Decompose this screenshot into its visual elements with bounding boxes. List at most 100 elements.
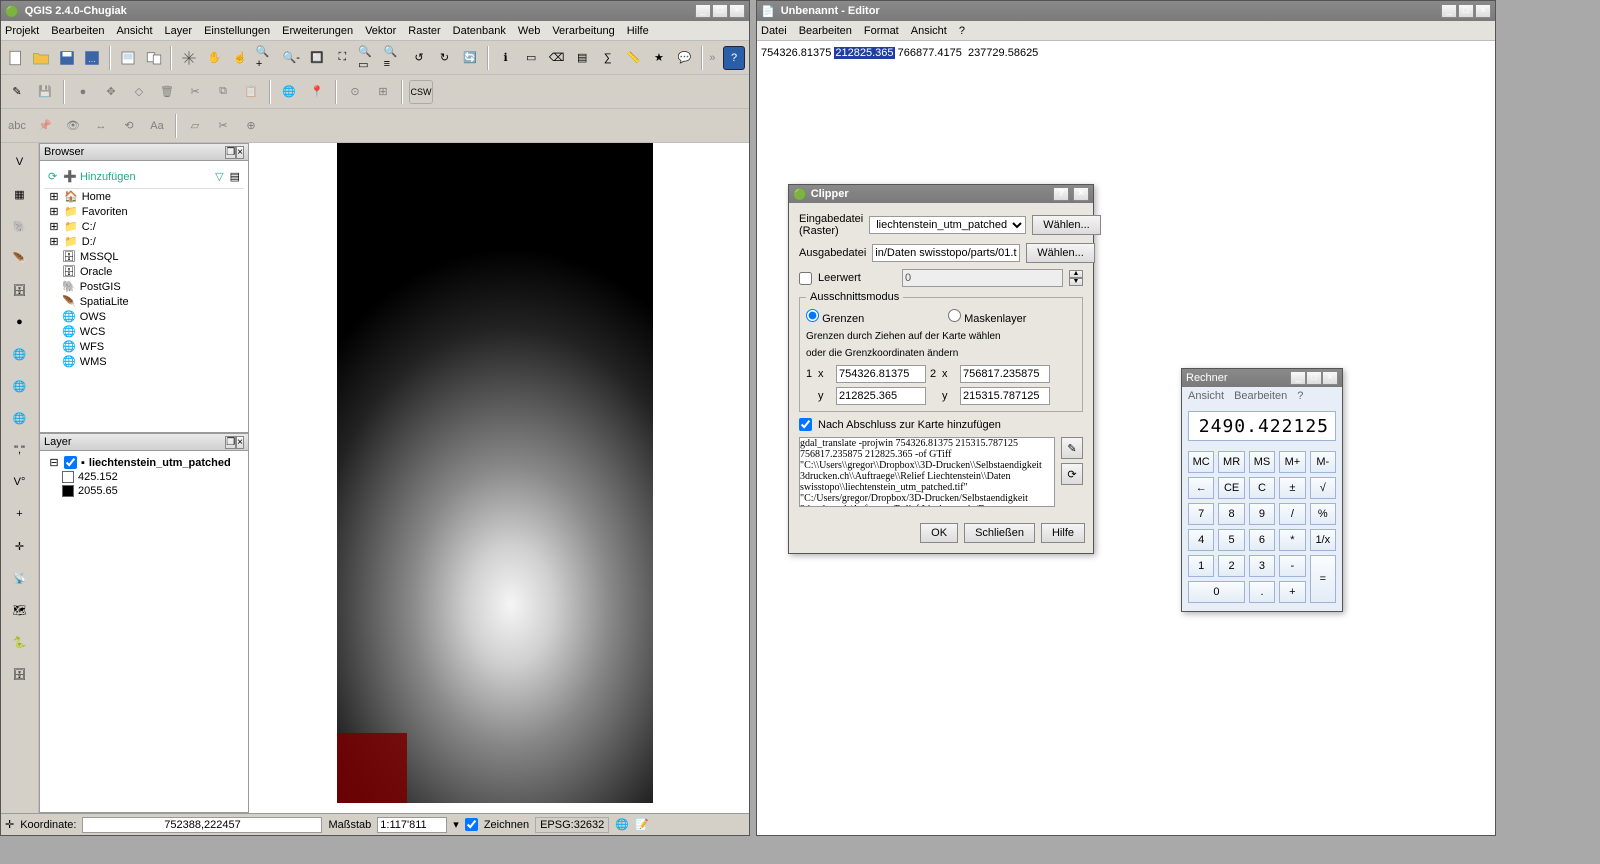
tree-wcs[interactable]: WCS — [80, 326, 106, 338]
scale-dropdown-icon[interactable]: ▾ — [453, 818, 459, 831]
menu-layer[interactable]: Layer — [165, 25, 193, 37]
delete-feature-icon[interactable]: 🗑 — [155, 80, 179, 104]
expander-icon[interactable]: ⊞ — [48, 190, 60, 203]
add-postgis-icon[interactable]: 🐘 — [7, 213, 33, 239]
topology-icon[interactable]: ⊞ — [371, 80, 395, 104]
layers-header[interactable]: Layer ❐× — [39, 433, 249, 451]
calc-ce[interactable]: CE — [1218, 477, 1244, 499]
menu-vektor[interactable]: Vektor — [365, 25, 396, 37]
gps-icon[interactable]: 📍 — [305, 80, 329, 104]
calc-mminus[interactable]: M- — [1310, 451, 1336, 473]
expander-icon[interactable]: ⊟ — [48, 456, 60, 469]
select-icon[interactable]: ▭ — [520, 46, 542, 70]
refresh-icon[interactable]: 🔄 — [459, 46, 481, 70]
label-move-icon[interactable]: ↔ — [89, 114, 113, 138]
add-wfs-icon[interactable]: 🌐 — [7, 405, 33, 431]
command-textarea[interactable]: gdal_translate -projwin 754326.81375 215… — [799, 437, 1055, 507]
editor-max-button[interactable]: □ — [1458, 4, 1474, 18]
calc-sub[interactable]: - — [1279, 555, 1305, 577]
add-mssql-icon[interactable]: 🗄 — [7, 277, 33, 303]
calc-menu-help[interactable]: ? — [1297, 390, 1303, 402]
node-tool-icon[interactable]: ◇ — [127, 80, 151, 104]
qgis-titlebar[interactable]: 🟢 QGIS 2.4.0-Chugiak _ □ × — [1, 1, 749, 21]
calc-max-button[interactable]: □ — [1306, 371, 1322, 385]
calc-pct[interactable]: % — [1310, 503, 1336, 525]
add-wms-icon[interactable]: 🌐 — [7, 341, 33, 367]
label-tool-icon[interactable]: abc — [5, 114, 29, 138]
tree-favoriten[interactable]: Favoriten — [82, 206, 128, 218]
add-spatialite-icon[interactable]: 🪶 — [7, 245, 33, 271]
log-icon[interactable]: 📝 — [635, 818, 649, 831]
calc-9[interactable]: 9 — [1249, 503, 1275, 525]
calc-menu-ansicht[interactable]: Ansicht — [1188, 390, 1224, 402]
zoom-last-icon[interactable]: ↺ — [408, 46, 430, 70]
reset-command-button[interactable]: ⟳ — [1061, 463, 1083, 485]
paste-feature-icon[interactable]: 📋 — [239, 80, 263, 104]
editor-menu-help[interactable]: ? — [959, 25, 965, 37]
mode-mask-radio[interactable] — [948, 309, 961, 322]
calc-5[interactable]: 5 — [1218, 529, 1244, 551]
tree-spatialite[interactable]: SpatiaLite — [80, 296, 129, 308]
tree-ows[interactable]: OWS — [80, 311, 106, 323]
min-button[interactable]: _ — [695, 4, 711, 18]
nodata-checkbox[interactable] — [799, 272, 812, 285]
menu-hilfe[interactable]: Hilfe — [627, 25, 649, 37]
bookmark-icon[interactable]: ★ — [648, 46, 670, 70]
composer-icon[interactable] — [117, 46, 139, 70]
python-icon[interactable]: 🐍 — [7, 629, 33, 655]
zoom-native-icon[interactable]: 🔲 — [306, 46, 328, 70]
zoom-layer-icon[interactable]: 🔍≡ — [383, 46, 405, 70]
menu-projekt[interactable]: Projekt — [5, 25, 39, 37]
field-calc-icon[interactable]: ∑ — [597, 46, 619, 70]
toolbar-overflow-icon[interactable]: » — [709, 52, 715, 64]
calc-titlebar[interactable]: Rechner _ □ × — [1182, 369, 1342, 387]
pan-to-selection-icon[interactable]: ☝ — [229, 46, 251, 70]
adv-digitize-icon[interactable]: ▱ — [183, 114, 207, 138]
clipper-titlebar[interactable]: 🟢 Clipper ? × — [789, 185, 1093, 203]
cut-feature-icon[interactable]: ✂ — [183, 80, 207, 104]
editor-close-button[interactable]: × — [1475, 4, 1491, 18]
add-wcs-icon[interactable]: 🌐 — [7, 373, 33, 399]
label-rotate-icon[interactable]: ⟲ — [117, 114, 141, 138]
calc-mc[interactable]: MC — [1188, 451, 1214, 473]
menu-ansicht[interactable]: Ansicht — [116, 25, 152, 37]
calc-6[interactable]: 6 — [1249, 529, 1275, 551]
calc-min-button[interactable]: _ — [1290, 371, 1306, 385]
browser-refresh-icon[interactable]: ⟳ — [48, 170, 57, 183]
tree-wfs[interactable]: WFS — [80, 341, 104, 353]
hand-pan-icon[interactable]: ✋ — [204, 46, 226, 70]
calc-add[interactable]: + — [1279, 581, 1305, 603]
edit-command-button[interactable]: ✎ — [1061, 437, 1083, 459]
browser-header[interactable]: Browser ❐× — [39, 143, 249, 161]
editor-titlebar[interactable]: 📄 Unbenannt - Editor _ □ × — [757, 1, 1495, 21]
crs-status-icon[interactable]: 🌐 — [615, 818, 629, 831]
calc-0[interactable]: 0 — [1188, 581, 1245, 603]
layers-close-icon[interactable]: × — [236, 436, 244, 449]
add-feature-icon[interactable]: ● — [71, 80, 95, 104]
add-raster-icon[interactable]: ▦ — [7, 181, 33, 207]
zoom-full-icon[interactable]: ⛶ — [332, 46, 354, 70]
editor-menu-datei[interactable]: Datei — [761, 25, 787, 37]
output-choose-button[interactable]: Wählen... — [1026, 243, 1094, 263]
tree-oracle[interactable]: Oracle — [80, 266, 112, 278]
editor-menu-bearbeiten[interactable]: Bearbeiten — [799, 25, 852, 37]
browser-close-icon[interactable]: × — [236, 146, 244, 159]
spin-up-icon[interactable]: ▲ — [1069, 270, 1083, 278]
calc-inv[interactable]: 1/x — [1310, 529, 1336, 551]
add-oracle-icon[interactable]: ● — [7, 309, 33, 335]
editor-menu-format[interactable]: Format — [864, 25, 899, 37]
add-to-map-checkbox[interactable] — [799, 418, 812, 431]
calc-2[interactable]: 2 — [1218, 555, 1244, 577]
zoom-in-icon[interactable]: 🔍+ — [255, 46, 277, 70]
identify-icon[interactable]: ℹ — [495, 46, 517, 70]
calc-3[interactable]: 3 — [1249, 555, 1275, 577]
editor-min-button[interactable]: _ — [1441, 4, 1457, 18]
input-raster-select[interactable]: liechtenstein_utm_patched — [869, 216, 1026, 234]
open-project-icon[interactable] — [31, 46, 53, 70]
menu-einstellungen[interactable]: Einstellungen — [204, 25, 270, 37]
render-checkbox[interactable] — [465, 818, 478, 831]
csw-icon[interactable]: CSW — [409, 80, 433, 104]
tree-postgis[interactable]: PostGIS — [80, 281, 121, 293]
menu-web[interactable]: Web — [518, 25, 540, 37]
expander-icon[interactable]: ⊞ — [48, 205, 60, 218]
